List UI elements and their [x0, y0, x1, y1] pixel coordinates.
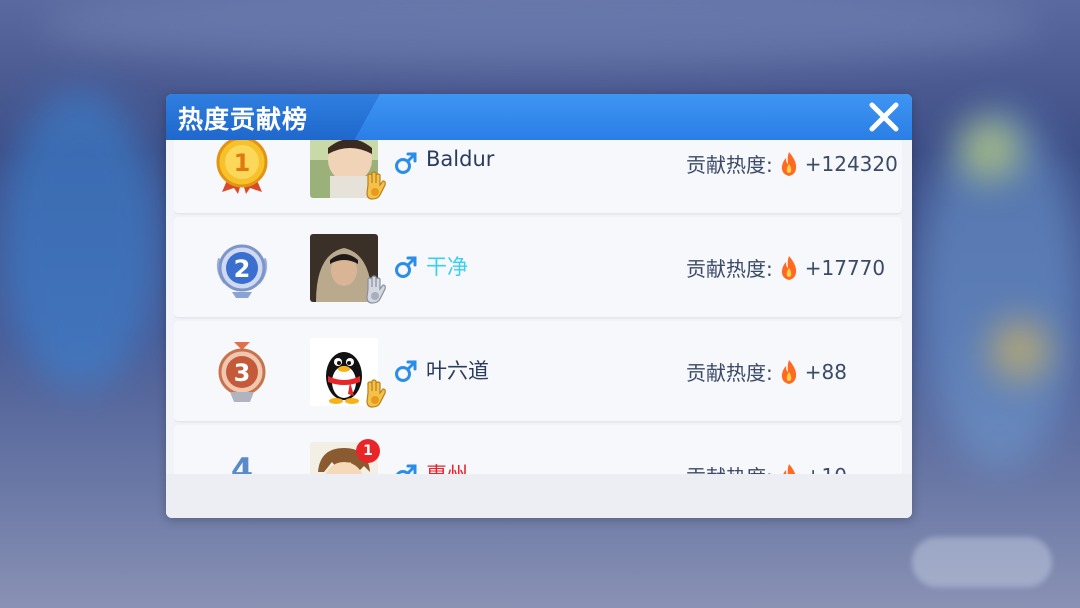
list-item[interactable]: 4 1 惠州 贡献热度: +10 [174, 425, 902, 474]
gold-medal-icon: 1 [216, 140, 268, 194]
modal-header: 热度贡献榜 [166, 94, 912, 140]
contribution-value: 贡献热度: +10 [686, 461, 847, 474]
contribution-amount: +17770 [804, 255, 886, 280]
notification-badge: 1 [356, 439, 380, 463]
bg-blob [990, 320, 1050, 380]
list-item[interactable]: 3 叶六道 贡献热度: +88 [174, 321, 902, 421]
player-name[interactable]: 惠州 [426, 459, 468, 474]
contribution-value: 贡献热度: +124320 [686, 149, 898, 178]
contribution-value: 贡献热度: +17770 [686, 253, 885, 282]
contribution-label: 贡献热度: [686, 257, 773, 281]
ranking-list[interactable]: 1 Baldur 贡献热度: +124320 2 干净 贡献热度: +17770… [174, 140, 902, 474]
svg-text:1: 1 [234, 149, 251, 177]
contribution-label: 贡献热度: [686, 361, 773, 385]
player-name[interactable]: Baldur [426, 147, 494, 171]
gold-hand-badge-icon [366, 379, 386, 408]
contribution-label: 贡献热度: [686, 153, 773, 177]
silver-hand-badge-icon [366, 275, 386, 304]
male-icon [396, 464, 417, 474]
contribution-label: 贡献热度: [686, 461, 773, 474]
male-icon [395, 256, 417, 278]
rank-number: 4 [230, 451, 254, 474]
contribution-amount: +88 [804, 359, 847, 384]
fire-icon [781, 255, 796, 280]
background-button [912, 537, 1052, 587]
contribution-ranking-modal: 热度贡献榜 1 Baldur 贡献热度: +124320 2 干净 贡献热度: … [166, 94, 912, 518]
contribution-value: 贡献热度: +88 [686, 357, 847, 386]
player-name[interactable]: 干净 [426, 251, 468, 281]
bg-blob [960, 120, 1020, 180]
bronze-medal-icon: 3 [218, 342, 266, 402]
svg-text:3: 3 [234, 359, 251, 387]
fire-icon [781, 151, 796, 176]
contribution-amount: +124320 [804, 151, 898, 176]
close-x-icon[interactable] [866, 99, 902, 135]
fire-icon [782, 463, 796, 474]
gold-hand-badge-icon [366, 171, 386, 200]
bg-blob [40, 0, 1040, 70]
male-icon [395, 152, 417, 174]
fire-icon [781, 359, 796, 384]
modal-title: 热度贡献榜 [178, 105, 309, 134]
contribution-amount: +10 [805, 464, 847, 475]
list-item[interactable]: 1 Baldur 贡献热度: +124320 [174, 140, 902, 213]
player-name[interactable]: 叶六道 [426, 355, 489, 385]
modal-footer [166, 474, 912, 518]
bg-blob [0, 90, 160, 390]
male-icon [395, 360, 417, 382]
svg-text:2: 2 [234, 255, 251, 283]
list-item[interactable]: 2 干净 贡献热度: +17770 [174, 217, 902, 317]
silver-medal-icon: 2 [216, 244, 268, 298]
